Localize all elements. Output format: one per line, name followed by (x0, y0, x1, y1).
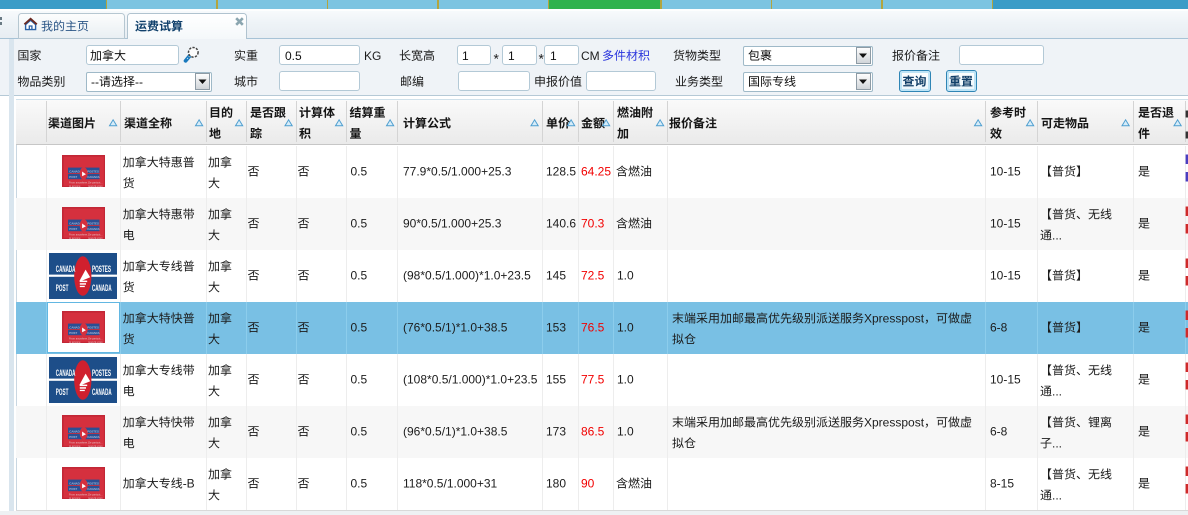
svg-text:From anywhere...: From anywhere... (69, 232, 89, 236)
svg-text:72.5: 72.5 (581, 269, 605, 283)
svg-text:...: ... (1052, 488, 1062, 502)
svg-text:POST: POST (69, 330, 77, 334)
svg-text:10-15: 10-15 (990, 373, 1021, 387)
svg-text:De partout...: De partout... (88, 492, 103, 496)
svg-text:POST: POST (56, 282, 69, 292)
svg-text:to anyone: to anyone (69, 495, 81, 499)
svg-text:jusqu'à vous: jusqu'à vous (87, 443, 103, 447)
svg-text:...: ... (1052, 384, 1062, 398)
svg-text:128.5: 128.5 (546, 165, 576, 179)
svg-text:From anywhere...: From anywhere... (69, 440, 89, 444)
svg-text:64.25: 64.25 (581, 165, 611, 179)
svg-text:CANADA: CANADA (56, 264, 76, 274)
svg-text:From anywhere...: From anywhere... (69, 492, 89, 496)
svg-text:to anyone: to anyone (69, 183, 81, 187)
svg-text:(108*0.5/1.000)*1.0+23.5: (108*0.5/1.000)*1.0+23.5 (403, 373, 538, 387)
svg-text:0.5: 0.5 (351, 477, 368, 491)
svg-text:CANADA: CANADA (92, 386, 112, 396)
svg-text:CANADA: CANADA (92, 282, 112, 292)
svg-text:1.0: 1.0 (617, 373, 634, 387)
svg-text:to anyone: to anyone (69, 443, 81, 447)
svg-text:90: 90 (581, 477, 595, 491)
svg-text:De partout...: De partout... (88, 180, 103, 184)
svg-text:CANADA: CANADA (87, 226, 100, 230)
svg-text:POSTES: POSTES (87, 481, 99, 485)
svg-text:De partout...: De partout... (88, 336, 103, 340)
svg-text:jusqu'à vous: jusqu'à vous (87, 495, 103, 499)
svg-text:POSTES: POSTES (87, 429, 99, 433)
svg-text:De partout...: De partout... (88, 440, 103, 444)
svg-text:POSTES: POSTES (92, 368, 111, 378)
svg-text:POSTES: POSTES (87, 221, 99, 225)
svg-text:POST: POST (69, 174, 77, 178)
svg-text:10-15: 10-15 (990, 269, 1021, 283)
svg-text:0.5: 0.5 (351, 269, 368, 283)
svg-text:POSTES: POSTES (87, 325, 99, 329)
svg-text:77.5: 77.5 (581, 373, 605, 387)
svg-text:CANADA: CANADA (87, 434, 100, 438)
svg-text:1.0: 1.0 (617, 269, 634, 283)
svg-text:POST: POST (56, 386, 69, 396)
svg-text:POST: POST (69, 434, 77, 438)
svg-text:From anywhere...: From anywhere... (69, 336, 89, 340)
svg-text:(98*0.5/1.000)*1.0+23.5: (98*0.5/1.000)*1.0+23.5 (403, 269, 531, 283)
svg-text:CANADA: CANADA (87, 330, 100, 334)
svg-text:8-15: 8-15 (990, 477, 1014, 491)
svg-text:POSTES: POSTES (92, 264, 111, 274)
svg-text:jusqu'à vous: jusqu'à vous (87, 235, 103, 239)
svg-text:155: 155 (546, 373, 566, 387)
svg-text:jusqu'à vous: jusqu'à vous (87, 183, 103, 187)
svg-text:jusqu'à vous: jusqu'à vous (87, 339, 103, 343)
svg-text:POST: POST (69, 226, 77, 230)
svg-text:POST: POST (69, 486, 77, 490)
svg-text:10-15: 10-15 (990, 165, 1021, 179)
svg-text:77.9*0.5/1.000+25.3: 77.9*0.5/1.000+25.3 (403, 165, 512, 179)
svg-text:0.5: 0.5 (351, 373, 368, 387)
svg-text:to anyone: to anyone (69, 235, 81, 239)
svg-text:to anyone: to anyone (69, 339, 81, 343)
svg-text:CANADA: CANADA (87, 486, 100, 490)
svg-text:145: 145 (546, 269, 566, 283)
svg-text:CANADA: CANADA (56, 368, 76, 378)
svg-text:De partout...: De partout... (88, 232, 103, 236)
svg-text:180: 180 (546, 477, 566, 491)
svg-text:0.5: 0.5 (351, 165, 368, 179)
svg-text:118*0.5/1.000+31: 118*0.5/1.000+31 (403, 477, 498, 491)
svg-text:POSTES: POSTES (87, 169, 99, 173)
svg-text:-B: -B (183, 477, 195, 491)
svg-text:From anywhere...: From anywhere... (69, 180, 89, 184)
svg-text:CANADA: CANADA (87, 174, 100, 178)
